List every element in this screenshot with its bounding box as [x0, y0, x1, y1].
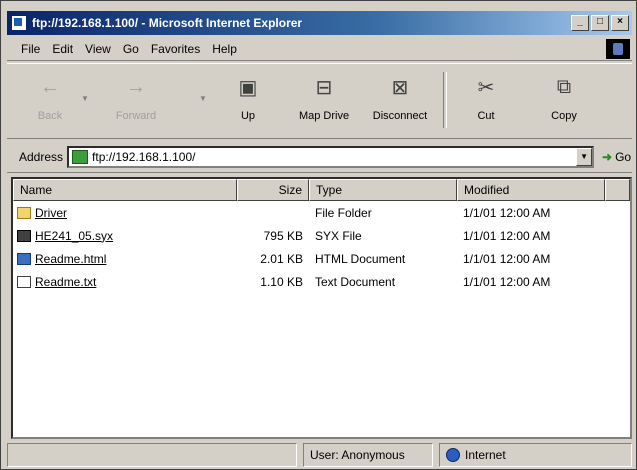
maximize-button[interactable]: □ — [591, 15, 609, 31]
globe-icon — [446, 448, 460, 462]
menu-edit[interactable]: Edit — [52, 42, 73, 56]
disconnect-button[interactable]: ⊠ Disconnect — [369, 70, 431, 132]
toolbar-separator — [443, 72, 447, 128]
copy-icon: ⧉ — [556, 75, 572, 98]
disconnect-icon: ⊠ — [391, 76, 409, 99]
status-main-pane — [7, 443, 297, 467]
forward-dropdown-icon[interactable]: ▼ — [199, 94, 207, 103]
go-button[interactable]: ➜ Go — [602, 150, 631, 164]
file-list: Name Size Type Modified Driver File Fold… — [11, 177, 632, 439]
address-value: ftp://192.168.1.100/ — [92, 149, 196, 164]
file-name[interactable]: Readme.html — [35, 252, 106, 266]
file-row[interactable]: HE241_05.syx 795 KB SYX File 1/1/01 12:0… — [13, 224, 630, 247]
back-label: Back — [37, 110, 63, 122]
column-header-modified[interactable]: Modified — [457, 179, 605, 201]
close-button[interactable]: × — [611, 15, 629, 31]
copy-button[interactable]: ⧉ Copy — [533, 70, 595, 132]
file-name[interactable]: Driver — [35, 206, 67, 220]
ftp-folder-icon — [72, 149, 89, 164]
file-type: Text Document — [315, 274, 396, 289]
title-bar[interactable]: ftp://192.168.1.100/ - Microsoft Interne… — [7, 11, 632, 35]
cut-button[interactable]: ✂ Cut — [455, 70, 517, 132]
back-dropdown-icon[interactable]: ▼ — [81, 94, 89, 103]
map-drive-label: Map Drive — [298, 110, 350, 122]
column-header-name[interactable]: Name — [13, 179, 237, 201]
go-label: Go — [615, 149, 632, 164]
address-label: Address — [19, 149, 64, 164]
file-modified: 1/1/01 12:00 AM — [463, 274, 551, 289]
file-modified: 1/1/01 12:00 AM — [463, 251, 551, 266]
forward-label: Forward — [115, 110, 157, 122]
forward-arrow-icon: → — [126, 75, 146, 98]
menu-file[interactable]: File — [21, 42, 40, 56]
file-name[interactable]: Readme.txt — [35, 275, 96, 289]
ie-window: ftp://192.168.1.100/ - Microsoft Interne… — [0, 0, 637, 470]
status-zone-label: Internet — [465, 448, 506, 462]
html-document-icon — [17, 252, 31, 265]
copy-label: Copy — [551, 110, 577, 122]
file-row[interactable]: Readme.html 2.01 KB HTML Document 1/1/01… — [13, 247, 630, 270]
address-bar: Address ftp://192.168.1.100/ ▼ ➜ Go — [7, 141, 632, 173]
window-title: ftp://192.168.1.100/ - Microsoft Interne… — [32, 16, 303, 30]
disconnect-label: Disconnect — [372, 110, 428, 122]
file-row[interactable]: Driver File Folder 1/1/01 12:00 AM — [13, 201, 630, 224]
minimize-button[interactable]: _ — [571, 15, 589, 31]
address-input[interactable]: ftp://192.168.1.100/ ▼ — [67, 145, 595, 168]
up-folder-icon: ▣ — [238, 76, 258, 99]
column-header-size[interactable]: Size — [237, 179, 309, 201]
go-arrow-icon: ➜ — [602, 149, 613, 164]
map-drive-button[interactable]: ⊟ Map Drive — [293, 70, 355, 132]
text-document-icon — [17, 275, 31, 288]
windows-logo-icon — [606, 39, 630, 59]
forward-button[interactable]: → Forward — [105, 70, 167, 132]
status-zone: Internet — [439, 443, 632, 467]
back-button[interactable]: ← Back — [19, 70, 81, 132]
menu-go[interactable]: Go — [123, 42, 139, 56]
file-size: 795 KB — [263, 228, 303, 243]
file-type: SYX File — [315, 228, 362, 243]
back-arrow-icon: ← — [40, 75, 60, 98]
column-header-type[interactable]: Type — [309, 179, 457, 201]
file-size: 2.01 KB — [260, 251, 303, 266]
file-type: File Folder — [315, 205, 372, 220]
column-header-filler — [605, 179, 630, 201]
status-user: User: Anonymous — [303, 443, 433, 467]
up-button[interactable]: ▣ Up — [217, 70, 279, 132]
map-drive-icon: ⊟ — [315, 76, 333, 99]
address-dropdown-button[interactable]: ▼ — [576, 147, 593, 166]
status-bar: User: Anonymous Internet — [7, 443, 632, 467]
ie-window-icon — [11, 15, 27, 31]
file-size: 1.10 KB — [260, 274, 303, 289]
file-modified: 1/1/01 12:00 AM — [463, 228, 551, 243]
file-modified: 1/1/01 12:00 AM — [463, 205, 551, 220]
file-row[interactable]: Readme.txt 1.10 KB Text Document 1/1/01 … — [13, 270, 630, 293]
column-header-row: Name Size Type Modified — [13, 179, 630, 201]
scissors-icon: ✂ — [477, 76, 495, 99]
toolbar: ← Back ▼ → Forward ▼ ▣ Up ⊟ Map Drive ⊠ … — [7, 63, 632, 139]
menu-favorites[interactable]: Favorites — [151, 42, 200, 56]
file-type: HTML Document — [315, 251, 406, 266]
menu-bar: File Edit View Go Favorites Help — [7, 37, 632, 61]
system-file-icon — [17, 229, 31, 242]
folder-icon — [17, 206, 31, 219]
menu-view[interactable]: View — [85, 42, 111, 56]
menu-help[interactable]: Help — [212, 42, 237, 56]
up-label: Up — [240, 110, 256, 122]
file-name[interactable]: HE241_05.syx — [35, 229, 113, 243]
cut-label: Cut — [477, 110, 495, 122]
